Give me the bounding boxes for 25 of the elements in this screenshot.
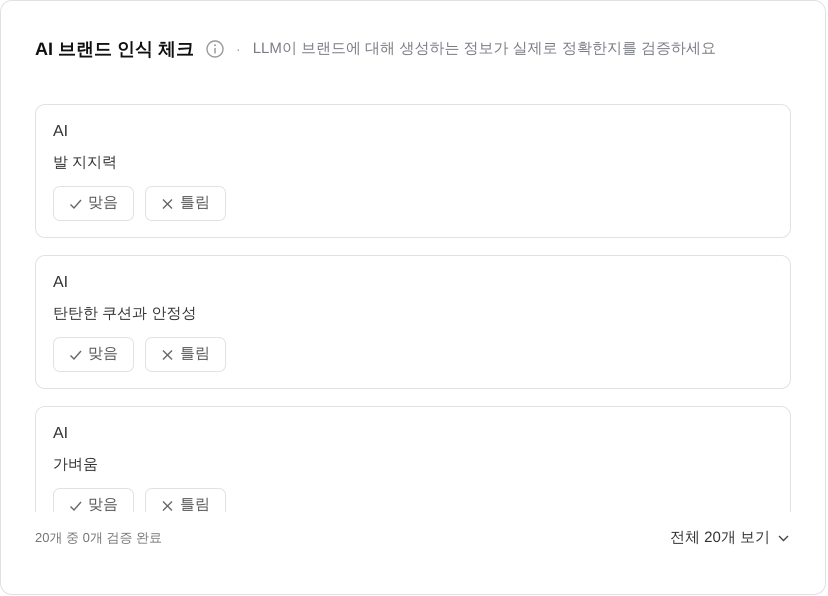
panel-subtitle: LLM이 브랜드에 대해 생성하는 정보가 실제로 정확한지를 검증하세요 xyxy=(252,38,716,59)
claim-text: 가벼움 xyxy=(53,455,99,475)
progress-text: 20개 중 0개 검증 완료 xyxy=(35,529,162,548)
claim-text: 발 지지력 xyxy=(53,153,118,173)
check-icon xyxy=(69,348,82,360)
panel-title: AI 브랜드 인식 체크 xyxy=(35,38,194,60)
correct-button[interactable]: 맞음 xyxy=(53,337,134,372)
info-icon[interactable] xyxy=(206,40,224,58)
check-icon xyxy=(69,198,82,210)
correct-button[interactable]: 맞음 xyxy=(53,488,134,512)
source-label: AI xyxy=(53,273,70,293)
separator-dot: · xyxy=(236,40,241,58)
close-icon xyxy=(161,348,174,360)
wrong-button[interactable]: 틀림 xyxy=(145,337,226,372)
source-label: AI xyxy=(53,424,70,444)
claim-text: 탄탄한 쿠션과 안정성 xyxy=(53,304,198,324)
correct-button[interactable]: 맞음 xyxy=(53,186,134,221)
check-icon xyxy=(69,500,82,512)
close-icon xyxy=(161,500,174,512)
wrong-button[interactable]: 틀림 xyxy=(145,488,226,512)
view-all-button[interactable]: 전체 20개 보기 xyxy=(670,526,789,550)
close-icon xyxy=(161,198,174,210)
source-label: AI xyxy=(53,122,70,142)
chevron-down-icon xyxy=(778,534,789,542)
wrong-button[interactable]: 틀림 xyxy=(145,186,226,221)
